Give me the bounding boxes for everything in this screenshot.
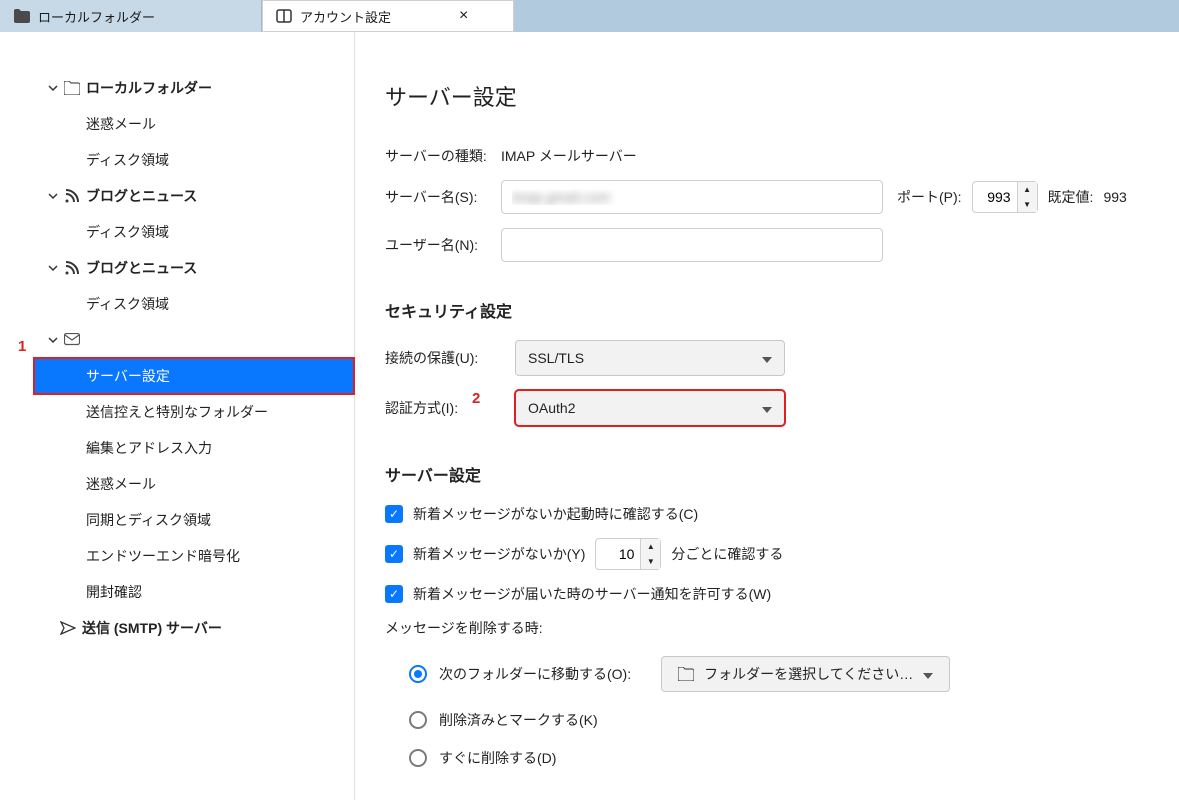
username-input[interactable]	[501, 228, 883, 262]
radio-label: すぐに削除する(D)	[439, 748, 556, 768]
tree-receipt[interactable]: 開封確認	[0, 574, 354, 610]
server-type-label: サーバーの種類:	[385, 146, 501, 166]
tree-junk-2[interactable]: 迷惑メール	[0, 466, 354, 502]
chevron-down-icon	[46, 83, 60, 93]
tree-disk-3[interactable]: ディスク領域	[0, 286, 354, 322]
auth-select[interactable]: OAuth2	[515, 390, 785, 426]
radio-move[interactable]	[409, 665, 427, 683]
tree-server-settings[interactable]: サーバー設定	[34, 358, 354, 394]
tree-account[interactable]	[0, 322, 354, 358]
checkbox-startup[interactable]: ✓	[385, 505, 403, 523]
folder-icon	[14, 9, 30, 23]
auth-label: 認証方式(I):	[385, 398, 515, 418]
folder-icon	[62, 81, 82, 95]
tree-label: 開封確認	[86, 582, 142, 602]
tree-label: ローカルフォルダー	[86, 78, 212, 98]
tree-label: 同期とディスク領域	[86, 510, 211, 530]
server-name-input[interactable]	[501, 180, 883, 214]
tree-label: 迷惑メール	[86, 114, 156, 134]
port-label: ポート(P):	[897, 187, 962, 207]
select-value: OAuth2	[528, 400, 575, 416]
content-pane: サーバー設定 サーバーの種類: IMAP メールサーバー サーバー名(S): ポ…	[355, 32, 1179, 800]
tree-sync[interactable]: 同期とディスク領域	[0, 502, 354, 538]
server-name-label: サーバー名(S):	[385, 187, 501, 207]
annotation-1: 1	[18, 338, 26, 355]
tree-label: 送信 (SMTP) サーバー	[82, 618, 222, 638]
chevron-down-icon	[46, 263, 60, 273]
send-icon	[58, 620, 78, 636]
security-heading: セキュリティ設定	[385, 298, 1163, 322]
tree-smtp[interactable]: 送信 (SMTP) サーバー	[0, 610, 354, 646]
tree-copies[interactable]: 送信控えと特別なフォルダー	[0, 394, 354, 430]
tree-label: サーバー設定	[86, 366, 170, 386]
chevron-down-icon	[46, 191, 60, 201]
tree-label: 送信控えと特別なフォルダー	[86, 402, 268, 422]
tree-label: 迷惑メール	[86, 474, 156, 494]
username-label: ユーザー名(N):	[385, 235, 501, 255]
chevron-down-icon	[923, 666, 933, 682]
tree-label: 編集とアドレス入力	[86, 438, 212, 458]
radio-mark[interactable]	[409, 711, 427, 729]
tree-disk-2[interactable]: ディスク領域	[0, 214, 354, 250]
chevron-down-icon	[762, 400, 772, 416]
tab-bar: ローカルフォルダー アカウント設定 ×	[0, 0, 1179, 32]
tree-label: ディスク領域	[86, 294, 169, 314]
tab-local-folders[interactable]: ローカルフォルダー	[0, 0, 262, 32]
rss-icon	[62, 188, 82, 204]
default-port-label: 既定値:	[1048, 187, 1094, 207]
tab-label: アカウント設定	[300, 7, 391, 26]
page-title: サーバー設定	[385, 80, 1163, 112]
connection-select[interactable]: SSL/TLS	[515, 340, 785, 376]
tree-blog-2[interactable]: ブログとニュース	[0, 250, 354, 286]
tree-compose[interactable]: 編集とアドレス入力	[0, 430, 354, 466]
checkbox-label: 新着メッセージがないか(Y)	[413, 544, 585, 564]
book-icon	[276, 8, 292, 24]
tree-junk[interactable]: 迷惑メール	[0, 106, 354, 142]
port-input[interactable]: ▲▼	[972, 181, 1038, 213]
annotation-2: 2	[472, 390, 480, 407]
folder-icon	[678, 667, 694, 681]
server-heading: サーバー設定	[385, 462, 1163, 486]
interval-input[interactable]: ▲▼	[595, 538, 661, 570]
select-value: SSL/TLS	[528, 350, 584, 366]
spin-buttons[interactable]: ▲▼	[640, 539, 660, 569]
checkbox-suffix: 分ごとに確認する	[671, 544, 783, 564]
tree-local-folders[interactable]: ローカルフォルダー	[0, 70, 354, 106]
tab-label: ローカルフォルダー	[38, 7, 155, 26]
radio-label: 次のフォルダーに移動する(O):	[439, 664, 631, 684]
radio-label: 削除済みとマークする(K)	[439, 710, 598, 730]
checkbox-interval[interactable]: ✓	[385, 545, 403, 563]
tree-label: エンドツーエンド暗号化	[86, 546, 240, 566]
folder-button[interactable]: フォルダーを選択してください…	[661, 656, 950, 692]
tree-label	[86, 330, 246, 350]
checkbox-label: 新着メッセージが届いた時のサーバー通知を許可する(W)	[413, 584, 771, 604]
tree-label: ディスク領域	[86, 150, 169, 170]
connection-label: 接続の保護(U):	[385, 348, 515, 368]
checkbox-notify[interactable]: ✓	[385, 585, 403, 603]
folder-button-label: フォルダーを選択してください…	[704, 664, 913, 684]
sidebar: 1 ローカルフォルダー 迷惑メール ディスク領域 ブログとニュース ディスク領域…	[0, 32, 355, 800]
server-type-value: IMAP メールサーバー	[501, 146, 637, 166]
checkbox-label: 新着メッセージがないか起動時に確認する(C)	[413, 504, 698, 524]
close-icon[interactable]: ×	[459, 8, 468, 24]
rss-icon	[62, 260, 82, 276]
chevron-down-icon	[762, 350, 772, 366]
chevron-down-icon	[46, 335, 60, 345]
tab-account-settings[interactable]: アカウント設定 ×	[262, 0, 514, 32]
tree-e2e[interactable]: エンドツーエンド暗号化	[0, 538, 354, 574]
delete-heading: メッセージを削除する時:	[385, 618, 1163, 638]
spin-buttons[interactable]: ▲▼	[1017, 182, 1037, 212]
tree-disk[interactable]: ディスク領域	[0, 142, 354, 178]
mail-icon	[62, 333, 82, 347]
tree-label: ブログとニュース	[86, 186, 197, 206]
tree-label: ディスク領域	[86, 222, 169, 242]
tree-label: ブログとニュース	[86, 258, 197, 278]
default-port-value: 993	[1103, 189, 1126, 205]
tree-blog-1[interactable]: ブログとニュース	[0, 178, 354, 214]
radio-now[interactable]	[409, 749, 427, 767]
